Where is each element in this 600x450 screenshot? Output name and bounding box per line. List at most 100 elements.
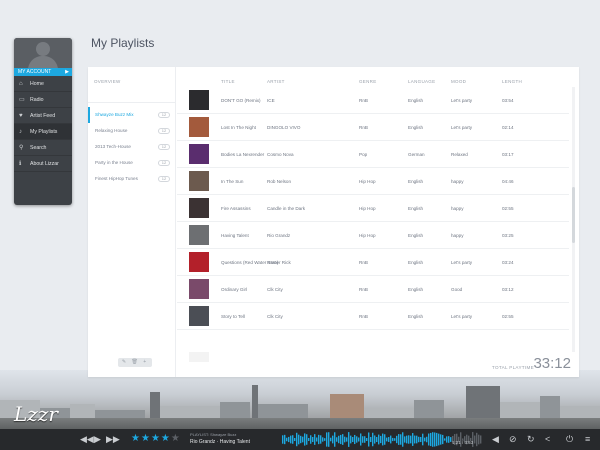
table-row[interactable]: Questions (Red Water Intro) Raster Rick Rn…	[177, 249, 569, 276]
play-icon[interactable]: ▶	[94, 434, 101, 444]
table-row[interactable]: Story to Tell Clk City RnB English Let's par…	[177, 303, 569, 330]
playlist-name: Finest HipHop Tunes	[95, 176, 138, 181]
shuffle-icon[interactable]: ⊘	[509, 434, 517, 444]
track-language: English	[408, 206, 424, 211]
now-playing-track: Rio Grandz · Having Talent	[190, 439, 250, 445]
table-row[interactable]: Bodies La Nexrender Cosmo Nova Pop German Re…	[177, 141, 569, 168]
track-artist: Clk City	[267, 314, 283, 319]
total-playtime-label: TOTAL PLAYTIME	[491, 365, 534, 370]
city-skyline-background	[0, 370, 600, 430]
scrollbar[interactable]	[572, 87, 575, 352]
share-icon[interactable]: <	[545, 434, 550, 444]
playlist-name: Party in the House	[95, 160, 133, 165]
playlist-name: Relaxing House	[95, 128, 128, 133]
table-row[interactable]: DON'T GO (Remix) ICE RnB English Let's party…	[177, 87, 569, 114]
lizzar-logo[interactable]: Lzzr	[14, 402, 58, 426]
table-row[interactable]: Fire Assassins Candle in the Dark Hip Hop E…	[177, 195, 569, 222]
playlist-count-badge: 12	[158, 128, 170, 134]
playlist-tools[interactable]: ✎ 🗑 +	[118, 358, 152, 367]
track-length: 03:12	[502, 287, 514, 292]
album-cover	[189, 225, 209, 245]
page-title: My Playlists	[91, 36, 155, 50]
album-cover	[189, 117, 209, 137]
playlist-item[interactable]: Shwayze Buzz Mix 12	[88, 107, 175, 123]
star-icon[interactable]: ★	[131, 433, 141, 444]
sidebar-item-artist-feed[interactable]: ♥ Artist Feed	[14, 108, 72, 124]
track-title: In The Sun	[221, 179, 244, 184]
table-row[interactable]: In The Sun Rob Nelson Hip Hop English happy 0…	[177, 168, 569, 195]
album-cover	[189, 171, 209, 191]
track-length: 02:55	[502, 206, 514, 211]
my-account-label: MY ACCOUNT	[18, 69, 52, 75]
star-icon[interactable]: ★	[151, 433, 161, 444]
search-icon: ⚲	[19, 145, 24, 151]
track-mood: Let's party	[451, 260, 473, 265]
playlist-item[interactable]: Finest HipHop Tunes 12	[88, 171, 175, 187]
track-genre: Hip Hop	[359, 179, 376, 184]
track-mood: happy	[451, 206, 464, 211]
playlist-item[interactable]: Party in the House 12	[88, 155, 175, 171]
track-mood: happy	[451, 233, 464, 238]
track-length: 03:25	[502, 233, 514, 238]
album-cover	[189, 306, 209, 326]
sidebar-item-home[interactable]: ⌂ Home	[14, 76, 72, 92]
track-genre: Pop	[359, 152, 368, 157]
album-cover	[189, 279, 209, 299]
album-cover	[189, 198, 209, 218]
column-title[interactable]: TITLE	[221, 79, 235, 84]
track-title: Story to Tell	[221, 314, 245, 319]
track-title: Ordinary Girl	[221, 287, 248, 292]
star-icon[interactable]: ★	[161, 433, 171, 444]
track-length: 02:55	[502, 314, 514, 319]
player-bar: ◀◀ ▶ ▶▶ ★★★★★ PLAYLIST: Shwayze Buzz Rio…	[0, 429, 600, 450]
sidebar-item-my-playlists[interactable]: ♪ My Playlists	[14, 124, 72, 140]
table-row[interactable]: Having Talent Rio Grandz Hip Hop English hap…	[177, 222, 569, 249]
track-length: 03:54	[502, 98, 514, 103]
track-artist: Cosmo Nova	[267, 152, 294, 157]
track-title: Lost In The Night	[221, 125, 256, 130]
power-icon[interactable]: ⏻	[566, 434, 573, 444]
sidebar-item-radio[interactable]: ▭ Radio	[14, 92, 72, 108]
my-account-button[interactable]: MY ACCOUNT ▶	[14, 68, 72, 76]
column-language[interactable]: LANGUAGE	[408, 79, 435, 84]
column-length[interactable]: LENGTH	[502, 79, 522, 84]
track-artist: DINGOLO VIVO	[267, 125, 301, 130]
next-icon[interactable]: ▶▶	[106, 434, 120, 444]
heart-icon: ♥	[19, 113, 23, 119]
scrollbar-thumb[interactable]	[572, 187, 575, 243]
star-icon[interactable]: ★	[171, 433, 181, 444]
track-artist: Clk City	[267, 287, 283, 292]
now-playing-playlist: PLAYLIST: Shwayze Buzz	[190, 432, 237, 437]
menu-icon[interactable]: ≡	[585, 434, 590, 444]
previous-icon[interactable]: ◀◀	[80, 434, 94, 444]
rating-stars[interactable]: ★★★★★	[131, 433, 181, 444]
track-length: 03:17	[502, 152, 514, 157]
avatar[interactable]	[14, 38, 72, 70]
sidebar-item-search[interactable]: ⚲ Search	[14, 140, 72, 156]
track-mood: Let's party	[451, 125, 473, 130]
column-artist[interactable]: ARTIST	[267, 79, 285, 84]
album-cover	[189, 144, 209, 164]
column-mood[interactable]: MOOD	[451, 79, 466, 84]
music-note-icon: ♪	[19, 129, 22, 135]
playlist-item[interactable]: 2013 Tech-House 12	[88, 139, 175, 155]
table-row[interactable]: Lost In The Night DINGOLO VIVO RnB English L…	[177, 114, 569, 141]
track-title: Fire Assassins	[221, 206, 251, 211]
sidebar-item-about[interactable]: ℹ About Lizzar	[14, 156, 72, 172]
playback-time: 1:21 / 3:53	[452, 440, 474, 445]
album-cover	[189, 252, 209, 272]
track-rows: DON'T GO (Remix) ICE RnB English Let's party…	[177, 87, 569, 352]
star-icon[interactable]: ★	[141, 433, 151, 444]
column-genre[interactable]: GENRE	[359, 79, 377, 84]
track-language: English	[408, 125, 424, 130]
playlist-count-badge: 12	[158, 176, 170, 182]
track-artist: Rio Grandz	[267, 233, 291, 238]
chevron-right-icon: ▶	[65, 69, 69, 75]
track-artist: Candle in the Dark	[267, 206, 306, 211]
volume-icon[interactable]: ◀	[492, 434, 499, 444]
track-genre: RnB	[359, 98, 368, 103]
playlist-count-badge: 12	[158, 112, 170, 118]
repeat-icon[interactable]: ↻	[527, 434, 535, 444]
table-row[interactable]: Ordinary Girl Clk City RnB English Good 03:12	[177, 276, 569, 303]
playlist-item[interactable]: Relaxing House 12	[88, 123, 175, 139]
